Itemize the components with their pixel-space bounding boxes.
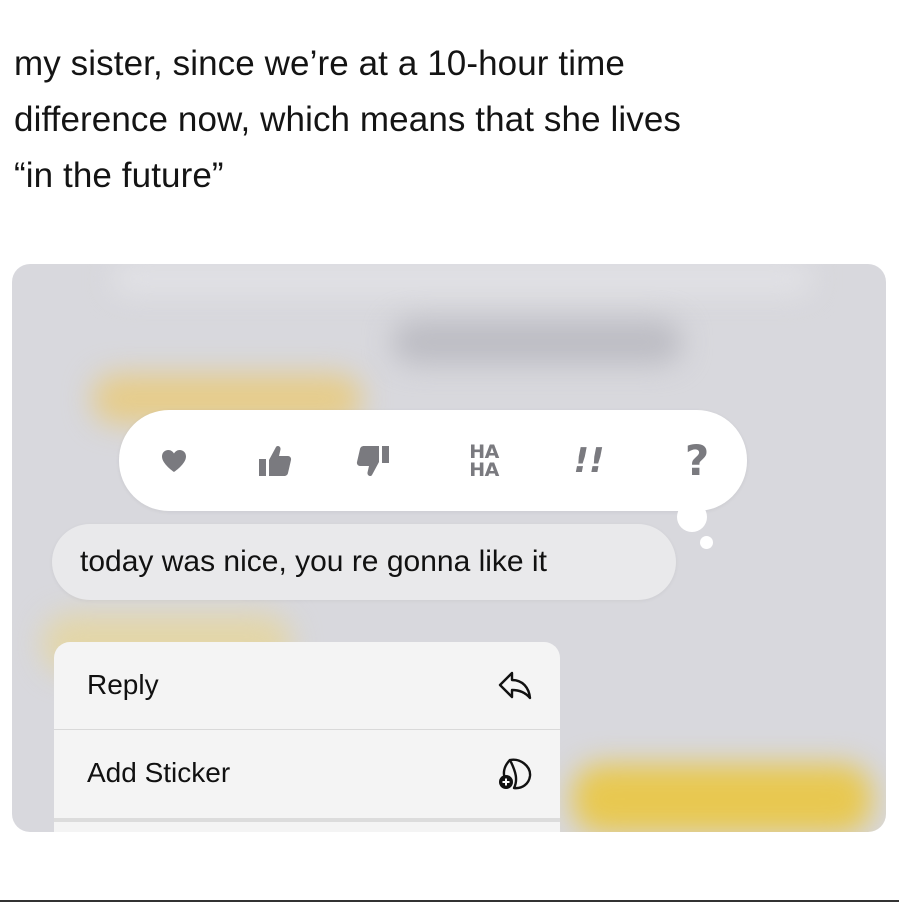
add-sticker-icon bbox=[499, 758, 532, 790]
menu-item-label: Add Sticker bbox=[87, 757, 231, 788]
question-icon[interactable]: ? bbox=[667, 410, 727, 511]
context-menu: Reply Add Sticker bbox=[54, 642, 560, 832]
menu-item-add-sticker[interactable]: Add Sticker bbox=[54, 729, 560, 816]
exclamation-icon[interactable]: !! bbox=[559, 410, 619, 511]
bottom-rule bbox=[0, 900, 899, 902]
message-bubble[interactable]: today was nice, you re gonna like it bbox=[52, 524, 676, 600]
caption-line-2: difference now, which means that she liv… bbox=[14, 100, 681, 139]
messages-screenshot: HA HA !! ? today was nice, you re gonna … bbox=[12, 264, 886, 832]
thumbs-down-icon[interactable] bbox=[344, 410, 404, 511]
menu-divider bbox=[54, 818, 560, 822]
post-caption: my sister, since we’re at a 10-hour time… bbox=[14, 36, 884, 204]
message-text: today was nice, you re gonna like it bbox=[80, 545, 547, 578]
heart-icon[interactable] bbox=[144, 410, 204, 511]
haha-text-1: HA bbox=[469, 440, 499, 463]
blurred-background bbox=[572, 764, 872, 832]
haha-icon[interactable]: HA HA bbox=[454, 410, 514, 511]
caption-line-3: “in the future” bbox=[14, 156, 224, 195]
thumbs-up-icon[interactable] bbox=[244, 410, 304, 511]
caption-line-1: my sister, since we’re at a 10-hour time bbox=[14, 44, 625, 83]
haha-text-2: HA bbox=[469, 458, 499, 481]
tapback-bar: HA HA !! ? bbox=[119, 410, 747, 511]
reply-icon bbox=[498, 671, 532, 700]
blurred-background bbox=[112, 264, 812, 294]
menu-item-reply[interactable]: Reply bbox=[54, 642, 560, 728]
menu-item-label: Reply bbox=[87, 669, 159, 700]
blurred-background bbox=[392, 320, 682, 364]
tapback-tail bbox=[700, 536, 713, 549]
tapback-tail bbox=[677, 502, 707, 532]
